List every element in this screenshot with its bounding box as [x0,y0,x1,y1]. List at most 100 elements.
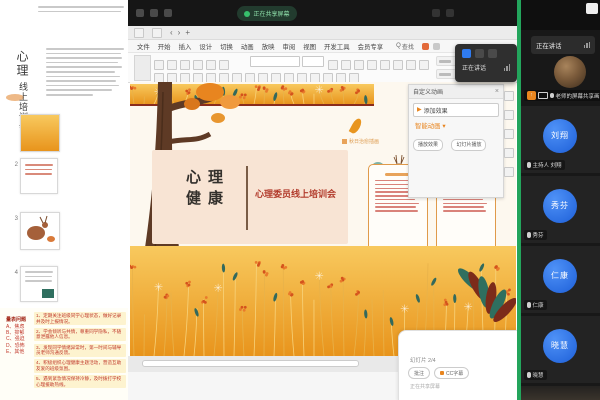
menu-item-设计[interactable]: 设计 [196,42,215,51]
quiz-item: 2、学会倾听与共情，尊重同学隐私，不随意泄露他人信息。 [34,328,126,341]
menu-item-开始[interactable]: 开始 [155,42,174,51]
text-line [46,53,121,55]
participant-tile[interactable]: 仁康仁康 [521,246,600,313]
text-line [46,57,122,59]
share-owner-label: ↑ 老师的屏幕共享画面 [524,90,600,101]
pane-close-icon[interactable]: × [495,88,499,95]
notes-icon[interactable] [504,148,514,158]
smart-animation-link[interactable]: 智能动画 ▾ [415,121,497,130]
thumbnail-number: 4 [9,270,18,276]
speaker-avatar[interactable] [554,56,586,88]
toolbar-icon[interactable] [406,60,416,70]
font-family-combo[interactable] [250,56,300,67]
watermark-logo [342,139,347,144]
cc-subtitle-button[interactable]: CC字幕 [434,367,469,379]
find-label: 查找 [402,42,414,51]
title-divider-line [246,166,248,230]
add-effect-button[interactable]: ▶ 添加效果 [413,103,499,117]
menu-item-审阅[interactable]: 审阅 [279,42,298,51]
toolbar-icon[interactable] [419,60,429,70]
vip-icon[interactable] [422,43,429,50]
transition-icon[interactable] [504,129,514,139]
horizontal-scrollbar[interactable] [142,360,359,367]
upload-icon[interactable] [432,9,440,17]
menu-item-文件[interactable]: 文件 [134,42,153,51]
menu-item-开发工具[interactable]: 开发工具 [321,42,353,51]
screen-share-banner[interactable]: 正在共享屏幕 [237,6,297,21]
text-line [46,62,118,64]
quiz-items: 1、定期关注班级同学心理状态，做好记录并及时上报情况。 2、学会倾听与共情，尊重同… [34,312,126,391]
floating-speaking-row: 正在讲话 [455,58,517,72]
home-tab-icon[interactable] [134,28,144,38]
audio-wave-icon [584,42,591,48]
quiz-item: 1、定期关注班级同学心理状态，做好记录并及时上报情况。 [34,312,126,325]
tab-back-arrow[interactable]: ‹ [170,28,173,38]
doc-vertical-title: 心理 [14,50,31,78]
pane-title: 自定义动画 [413,87,443,96]
share-status-text: 正在共享屏幕 [410,383,440,390]
participant-tile[interactable]: 秀芬秀芬 [521,176,600,243]
play-effect-button[interactable]: 播放效果 [413,139,443,151]
annotate-button[interactable]: 批注 [408,367,430,379]
thumbnail-number: 3 [9,216,18,222]
toolbar-icon[interactable] [367,60,377,70]
participant-tile-partial[interactable] [521,386,600,400]
more-icon[interactable] [446,9,454,17]
text-line [46,76,120,78]
slide-thumbnail-4[interactable] [20,266,58,302]
text-line [443,206,484,207]
slideshow-button[interactable]: 幻灯片播放 [451,139,486,151]
text-line [375,199,415,200]
text-line [375,206,416,207]
properties-icon[interactable] [504,91,514,101]
floating-panel-icons [455,44,517,58]
menu-item-插入[interactable]: 插入 [176,42,195,51]
help-icon[interactable] [504,167,514,177]
mute-icon[interactable] [475,49,484,58]
participant-tile[interactable]: 晓慧晓慧 [521,316,600,383]
slide-thumbnail-3[interactable] [20,212,60,250]
text-line [375,203,419,204]
sidebar-popout-button[interactable] [586,3,598,14]
new-tab-button[interactable]: + [185,28,190,38]
participant-tile[interactable]: 刘翔主持人 刘翔 [521,106,600,173]
slide-thumbnail-1[interactable] [20,114,60,152]
audio-wave-icon [504,64,511,71]
animation-icon[interactable] [504,110,514,120]
doc-tab-icon[interactable] [152,28,162,38]
menu-item-视图[interactable]: 视图 [300,42,319,51]
text-line [25,173,52,175]
camera-icon[interactable] [462,49,471,58]
quiz-header: 量表问题 [6,316,26,323]
meeting-floating-panel[interactable]: 正在讲话 [455,44,517,82]
slide-thumbnail-2[interactable] [20,158,58,194]
mic-icon [527,302,531,308]
quiz-options: A、焦虑B、抑郁C、强迫D、恐怖E、其他 [6,324,32,355]
menu-item-切换[interactable]: 切换 [217,42,236,51]
toolbar-icon[interactable] [393,60,403,70]
menu-item-会员专享[interactable]: 会员专享 [355,42,387,51]
cc-icon [440,371,444,375]
members-icon[interactable] [488,49,497,58]
undo-icon[interactable] [164,9,172,17]
menu-item-放映[interactable]: 放映 [259,42,278,51]
text-line [25,164,53,166]
custom-animation-pane: 自定义动画 × ▶ 添加效果 智能动画 ▾ 播放效果 幻灯片播放 [408,84,504,198]
save-icon[interactable] [150,9,158,17]
toolbar-icon[interactable] [380,60,390,70]
screenshot-root: 心理 线上培训会 2 3 4 量表问题 A、焦虑B、抑郁C、强迫D、恐怖E、其他… [0,0,600,400]
text-line [46,71,115,73]
collapse-ribbon-icon[interactable] [433,43,440,50]
speaking-label: 正在讲话 [462,63,486,72]
font-size-combo[interactable] [302,56,324,67]
participant-name-label: 主持人 刘翔 [524,160,565,170]
tab-forward-arrow[interactable]: › [178,28,181,38]
mic-icon [527,162,531,168]
quiz-option: E、其他 [6,349,32,355]
slide-thumbnail-panel: 2 3 4 [0,110,64,310]
thumb-image-block [42,289,54,298]
find-command[interactable]: Q 查找 [396,42,414,51]
menu-item-动画[interactable]: 动画 [238,42,257,51]
paste-button[interactable] [134,55,151,81]
pane-play-row: 播放效果 幻灯片播放 [409,133,503,151]
